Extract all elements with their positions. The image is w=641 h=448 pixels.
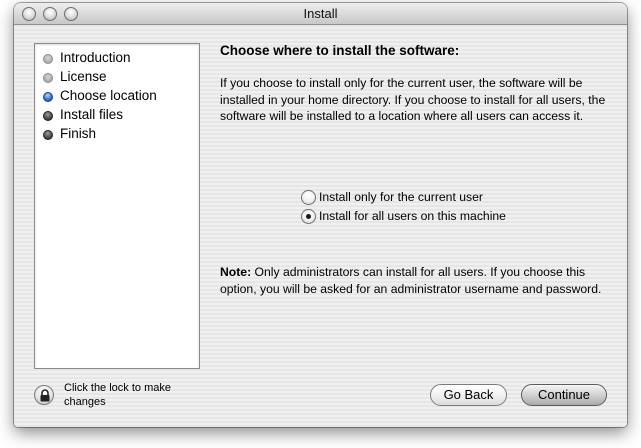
window-title: Install [303,6,338,21]
step-introduction: Introduction [35,50,199,69]
admin-note: Note: Only administrators can install fo… [220,264,616,297]
step-pending-bullet-icon [43,111,53,121]
option-label[interactable]: Install for all users on this machine [319,209,506,223]
installer-window: Install Introduction License Choose loca… [14,3,627,427]
step-label: Introduction [60,50,131,65]
radio-button[interactable] [301,190,316,205]
step-install-files: Install files [35,107,199,126]
step-current-bullet-icon [43,92,53,102]
step-pending-bullet-icon [43,130,53,140]
note-text: Only administrators can install for all … [220,265,602,296]
title-bar: Install [14,3,627,25]
step-finish: Finish [35,126,199,145]
step-label: Choose location [60,88,157,103]
continue-button[interactable]: Continue [521,384,607,406]
step-choose-location: Choose location [35,88,199,107]
step-done-bullet-icon [43,54,53,64]
lock-text: Click the lock to make changes [64,382,171,408]
step-label: Install files [60,107,124,122]
description-text: If you choose to install only for the cu… [220,76,606,123]
page-heading: Choose where to install the software: [220,43,460,58]
radio-selected-dot-icon [306,214,311,219]
step-license: License [35,69,199,88]
option-label[interactable]: Install only for the current user [319,190,483,204]
note-prefix: Note: [220,265,252,279]
step-label: Finish [60,126,97,141]
go-back-button[interactable]: Go Back [430,384,507,406]
lock-icon [40,389,50,402]
step-label: License [60,69,107,84]
step-done-bullet-icon [43,73,53,83]
radio-button[interactable] [301,209,316,224]
lock-button[interactable] [34,385,54,405]
installer-steps-sidebar: Introduction License Choose location Ins… [34,43,200,369]
